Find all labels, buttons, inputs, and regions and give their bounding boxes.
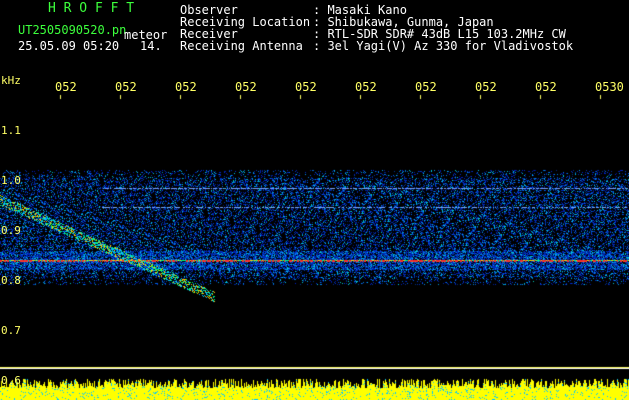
y-tick-1-0: 1.0 — [1, 174, 21, 187]
x-tick-2: 052 — [115, 80, 137, 94]
y-tick-0-9: 0.9 — [1, 224, 21, 237]
x-tick-9: 052 — [535, 80, 557, 94]
unit-label: kHz — [1, 74, 21, 87]
filename-label: UT2505090520.pn — [18, 23, 127, 37]
antenna-label: Receiving Antenna — [180, 39, 303, 53]
antenna-value: : 3el Yagi(V) Az 330 for Vladivostok — [313, 39, 574, 53]
x-tick-3: 052 — [175, 80, 197, 94]
y-tick-0-7: 0.7 — [1, 324, 21, 337]
x-tick-10: 0530 — [595, 80, 624, 94]
app-title: H R O F F T — [48, 1, 135, 16]
x-tick-1: 052 — [55, 80, 77, 94]
x-tick-6: 052 — [355, 80, 377, 94]
x-tick-7: 052 — [415, 80, 437, 94]
y-tick-1-1: 1.1 — [1, 124, 21, 137]
y-tick-0-6: 0.6 — [1, 374, 21, 387]
y-tick-0-8: 0.8 — [1, 274, 21, 287]
x-tick-8: 052 — [475, 80, 497, 94]
waterfall-canvas — [0, 0, 629, 400]
datetime-label: 25.05.09 05:20 — [18, 39, 120, 53]
number-label: 14. — [140, 39, 162, 53]
x-tick-4: 052 — [235, 80, 257, 94]
x-tick-5: 052 — [295, 80, 317, 94]
